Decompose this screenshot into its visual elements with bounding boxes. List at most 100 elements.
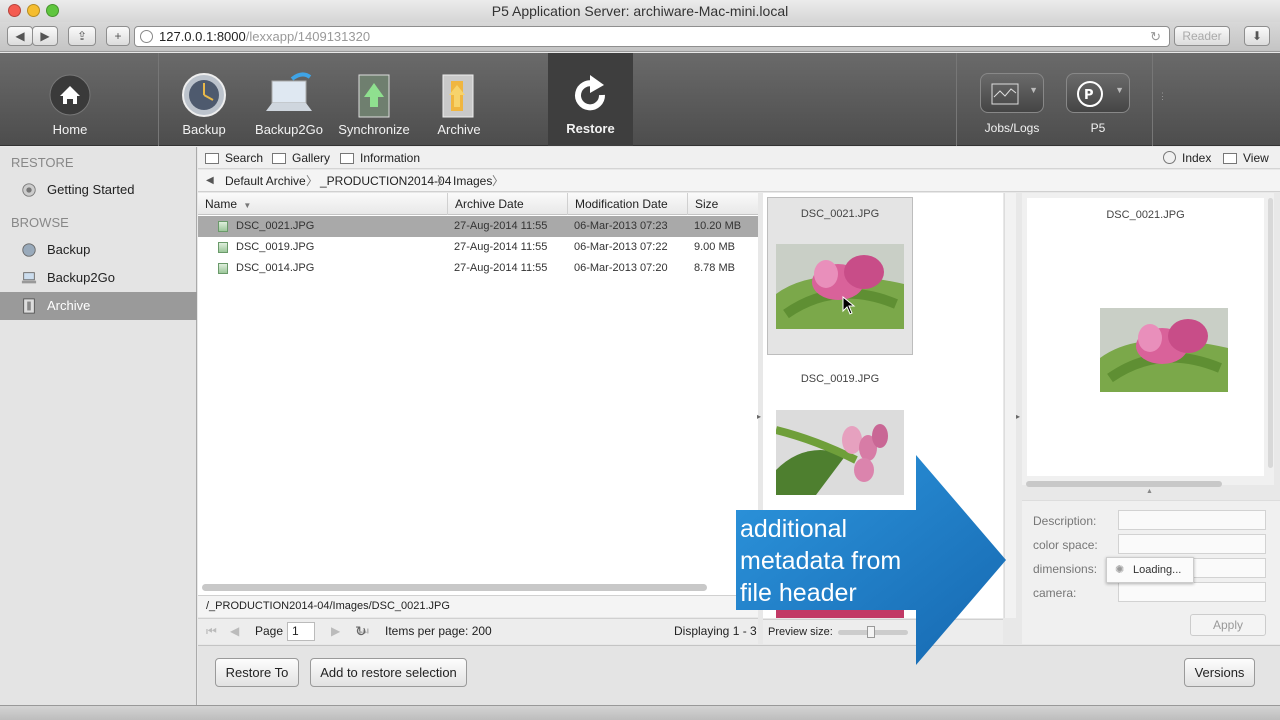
versions-button[interactable]: Versions <box>1184 658 1255 687</box>
gallery-label: Gallery <box>292 151 331 165</box>
sidebar-item-label: Backup <box>47 242 91 257</box>
sidebar-item-backup[interactable]: Backup <box>0 236 197 264</box>
collapse-handle-icon[interactable]: ▸ <box>1016 412 1020 421</box>
first-page-icon[interactable]: ⏮ <box>206 619 217 643</box>
sidebar: RESTORE Getting Started BROWSE Backup Ba… <box>0 147 197 720</box>
app-toolbar: Home Backup Backup2Go Synchronize Archiv <box>0 53 1280 146</box>
description-field[interactable] <box>1118 510 1266 530</box>
page-input[interactable]: 1 <box>287 622 315 641</box>
column-header-size[interactable]: Size <box>688 193 758 215</box>
toolbar-overflow-icon[interactable]: ⋮ <box>1158 91 1167 102</box>
file-size: 9.00 MB <box>694 241 735 253</box>
loading-indicator: ✺ Loading... <box>1106 557 1194 583</box>
breadcrumb-back-icon[interactable]: ◀ <box>206 170 214 192</box>
share-button[interactable]: ⇪ <box>68 26 96 46</box>
image-file-icon <box>218 221 228 232</box>
laptop-icon <box>21 272 37 284</box>
backup-button[interactable]: Backup <box>166 53 242 146</box>
backup-clock-icon <box>22 243 36 257</box>
resize-handle-icon[interactable]: ▲ <box>1146 488 1153 495</box>
breadcrumb-item[interactable]: _PRODUCTION2014-04 <box>320 170 451 192</box>
previous-page-icon[interactable]: ◀ <box>230 619 239 643</box>
sidebar-item-getting-started[interactable]: Getting Started <box>0 176 197 204</box>
restore-button[interactable]: Restore <box>548 53 633 146</box>
description-label: Description: <box>1033 514 1097 528</box>
backup2go-button[interactable]: Backup2Go <box>250 53 328 146</box>
tulip-photo <box>776 244 904 329</box>
column-header-name[interactable]: Name ▼ <box>198 193 448 215</box>
modification-date: 06-Mar-2013 07:20 <box>574 262 668 274</box>
close-window-button[interactable] <box>8 4 21 17</box>
new-tab-button[interactable]: + <box>106 26 130 46</box>
search-toggle[interactable]: Search <box>205 147 263 169</box>
image-file-icon <box>218 263 228 274</box>
collapse-handle-icon[interactable]: ▸ <box>757 412 761 421</box>
sidebar-item-label: Archive <box>47 298 91 313</box>
next-page-icon[interactable]: ▶ <box>331 619 340 643</box>
selected-path: /_PRODUCTION2014-04/Images/DSC_0021.JPG <box>198 595 758 617</box>
preview-pane: DSC_0021.JPG <box>1022 193 1274 487</box>
sync-icon <box>358 74 390 118</box>
forward-button[interactable]: ▶ <box>32 26 58 46</box>
index-label: Index <box>1182 151 1212 165</box>
color-space-field[interactable] <box>1118 534 1266 554</box>
index-button[interactable]: Index <box>1163 147 1211 169</box>
view-label: View <box>1243 151 1269 165</box>
url-field[interactable]: 127.0.0.1:8000/lexxapp/1409131320 ↻ <box>134 26 1170 47</box>
restore-to-button[interactable]: Restore To <box>215 658 299 687</box>
gear-icon <box>22 183 36 197</box>
camera-label: camera: <box>1033 586 1077 600</box>
backup-clock-icon <box>182 73 226 117</box>
url-host: 127.0.0.1:8000 <box>159 29 246 44</box>
refresh-icon[interactable]: ↻ <box>355 619 367 643</box>
table-row[interactable]: DSC_0021.JPG 27-Aug-2014 11:55 06-Mar-20… <box>198 216 758 237</box>
gallery-thumb[interactable]: DSC_0021.JPG <box>767 197 913 355</box>
minimize-window-button[interactable] <box>27 4 40 17</box>
information-toggle[interactable]: Information <box>340 147 420 169</box>
p5-logo-icon: P <box>1077 81 1103 107</box>
browse-section-header: BROWSE <box>11 215 69 230</box>
table-row[interactable]: DSC_0019.JPG 27-Aug-2014 11:55 06-Mar-20… <box>198 237 758 258</box>
preview-scrollbar[interactable] <box>1026 481 1222 487</box>
view-button[interactable]: View <box>1223 147 1269 169</box>
back-button[interactable]: ◀ <box>7 26 33 46</box>
thumb-name: DSC_0019.JPG <box>800 373 880 385</box>
p5-button[interactable]: P ▼ P5 <box>1058 53 1138 146</box>
preview-vscrollbar[interactable] <box>1268 198 1273 468</box>
column-label: Archive Date <box>455 197 524 211</box>
spinner-icon: ✺ <box>1115 564 1125 576</box>
download-button[interactable]: ⬇ <box>1244 26 1270 46</box>
breadcrumb-item[interactable]: Default Archive <box>225 170 306 192</box>
loading-text: Loading... <box>1133 564 1182 576</box>
activity-graph-icon <box>991 83 1019 105</box>
p5-menu[interactable]: P ▼ <box>1066 73 1130 113</box>
callout-line: additional <box>740 515 848 543</box>
archive-button[interactable]: Archive <box>422 53 496 146</box>
archive-label: Archive <box>437 122 481 137</box>
sidebar-item-backup2go[interactable]: Backup2Go <box>0 264 197 292</box>
camera-field[interactable] <box>1118 582 1266 602</box>
column-header-modification-date[interactable]: Modification Date <box>568 193 688 215</box>
horizontal-scrollbar[interactable] <box>202 584 707 591</box>
thumb-name: DSC_0021.JPG <box>800 208 880 220</box>
home-button[interactable]: Home <box>30 53 110 146</box>
add-to-restore-selection-button[interactable]: Add to restore selection <box>310 658 467 687</box>
apply-button[interactable]: Apply <box>1190 614 1266 636</box>
table-row[interactable]: DSC_0014.JPG 27-Aug-2014 11:55 06-Mar-20… <box>198 258 758 279</box>
jobs-logs-menu[interactable]: ▼ <box>980 73 1044 113</box>
restore-section-header: RESTORE <box>11 155 74 170</box>
reload-icon[interactable]: ↻ <box>1150 27 1161 46</box>
reader-button[interactable]: Reader <box>1174 26 1230 46</box>
modification-date: 06-Mar-2013 07:23 <box>574 220 668 232</box>
gallery-toggle[interactable]: Gallery <box>272 147 330 169</box>
index-icon <box>1163 151 1176 164</box>
column-label: Modification Date <box>575 197 668 211</box>
jobs-logs-button[interactable]: ▼ Jobs/Logs <box>972 53 1052 146</box>
information-icon <box>340 153 354 164</box>
zoom-window-button[interactable] <box>46 4 59 17</box>
callout-line: metadata from <box>740 547 902 575</box>
column-header-archive-date[interactable]: Archive Date <box>448 193 568 215</box>
breadcrumb-item[interactable]: Images <box>453 170 492 192</box>
sidebar-item-archive[interactable]: Archive <box>0 292 197 320</box>
synchronize-button[interactable]: Synchronize <box>336 53 412 146</box>
